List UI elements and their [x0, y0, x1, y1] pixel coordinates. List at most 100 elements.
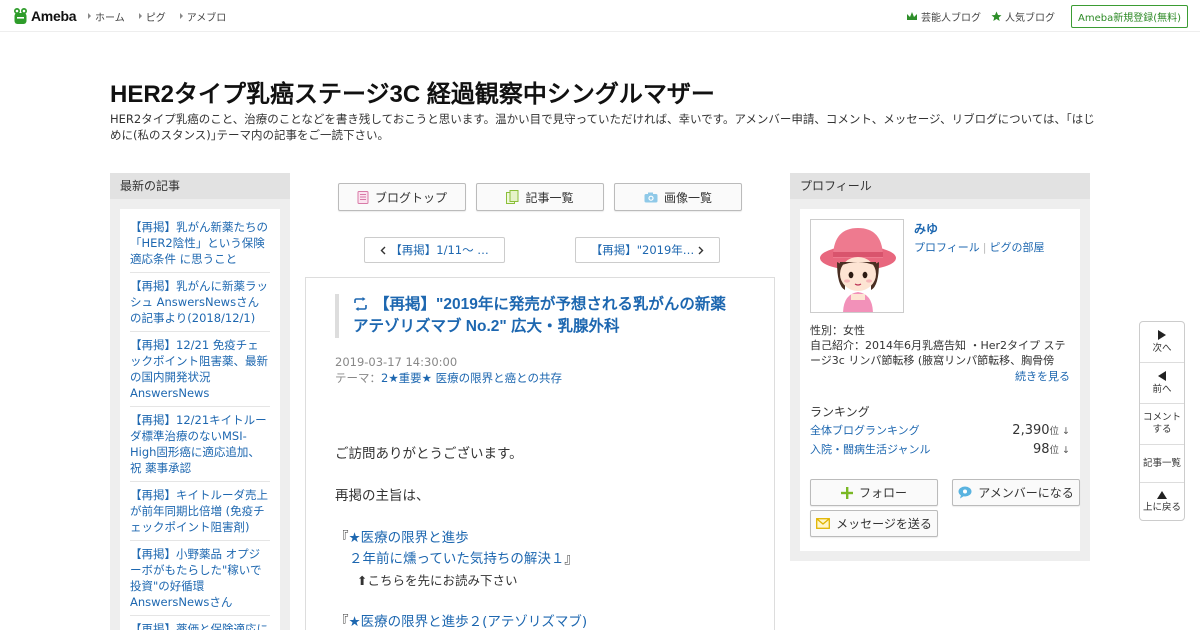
- side-comment-button[interactable]: コメント する: [1140, 404, 1184, 444]
- follow-button[interactable]: フォロー: [810, 479, 938, 506]
- blog-description: HER2タイプ乳癌のこと、治療のことなどを書き残しておこうと思います。温かい目で…: [110, 112, 1095, 142]
- ranking-row: 入院・闘病生活ジャンル 98位 ↓: [810, 441, 1070, 459]
- recent-article-link[interactable]: 【再掲】乳がんに新薬ラッシュ AnswersNewsさんの記事より(2018/1…: [130, 279, 268, 325]
- camera-icon: [644, 192, 658, 202]
- chevron-right-icon: [698, 246, 704, 254]
- reblog-source-link-1[interactable]: ★医療の限界と進歩: [349, 530, 469, 546]
- chevron-left-icon: [380, 246, 386, 254]
- blog-title[interactable]: HER2タイプ乳癌ステージ3C 経過観察中シングルマザー: [110, 74, 715, 109]
- ranking-row: 全体ブログランキング 2,390位 ↓: [810, 422, 1070, 440]
- next-article-button[interactable]: 【再掲】"2019年…: [575, 237, 720, 263]
- greeting-text: ご訪問ありがとうございます。: [335, 446, 523, 462]
- ranking-unit: 位 ↓: [1049, 426, 1070, 437]
- ranking-value: 98: [1032, 442, 1050, 457]
- recent-articles-heading: 最新の記事: [110, 173, 290, 199]
- blog-top-button[interactable]: ブログトップ: [338, 183, 466, 211]
- read-first-note: ⬆こちらを先にお読み下さい: [357, 573, 518, 588]
- theme-label: テーマ：: [335, 371, 381, 385]
- list-item: 【再掲】小野薬品 オプジーボがもたらした"稼いで投資"の好循環 AnswersN…: [130, 546, 270, 616]
- envelope-icon: [816, 518, 831, 529]
- global-nav: ホーム ピグ アメブロ: [88, 0, 226, 32]
- pigg-room-link[interactable]: ピグの部屋: [990, 241, 1045, 254]
- ranking-genre-link[interactable]: 入院・闘病生活ジャンル: [810, 441, 930, 457]
- profile-info: 性別：女性 自己紹介：2014年6月乳癌告知 ・Her2タイプ ステージ3c リ…: [810, 323, 1072, 368]
- read-more-link[interactable]: 続きを見る: [1015, 368, 1070, 384]
- profile-heading: プロフィール: [790, 173, 1090, 199]
- list-item: 【再掲】12/21キイトルーダ標準治療のないMSI-High固形癌に適応追加、祝…: [130, 412, 270, 482]
- arrow-up-icon: [1157, 490, 1167, 499]
- recent-article-link[interactable]: 【再掲】12/21 免疫チェックポイント阻害薬、最新の国内開発状況 Answer…: [130, 338, 268, 400]
- quote-close: 』: [564, 551, 578, 567]
- send-message-button[interactable]: メッセージを送る: [810, 510, 938, 537]
- article-theme-link[interactable]: 2★重要★ 医療の限界と癌との共存: [381, 371, 562, 385]
- side-article-list-button[interactable]: 記事一覧: [1140, 445, 1184, 482]
- side-prev-button[interactable]: 前へ: [1140, 363, 1184, 403]
- amember-button[interactable]: アメンバーになる: [952, 479, 1080, 506]
- list-item: 【再掲】乳がん新薬たちの「HER2陰性」という保険適応条件 に思うこと: [130, 219, 270, 273]
- reblog-source-link-1b[interactable]: ２年前に燻っていた気持ちの解決１: [349, 551, 564, 567]
- recent-article-link[interactable]: 【再掲】12/21キイトルーダ標準治療のないMSI-High固形癌に適応追加、祝…: [130, 413, 267, 475]
- profile-panel: プロフィール みゆ プロフィール | ピグの部屋 性別：女性 自己紹介：2014…: [790, 173, 1090, 561]
- recent-articles-list: 【再掲】乳がん新薬たちの「HER2陰性」という保険適応条件 に思うこと 【再掲】…: [120, 209, 280, 630]
- celebrity-blog-link[interactable]: 芸能人ブログ: [906, 9, 981, 24]
- quote-open-2: 『: [335, 614, 349, 630]
- ranking-overall-link[interactable]: 全体ブログランキング: [810, 422, 920, 438]
- recent-articles-panel: 最新の記事 【再掲】乳がん新薬たちの「HER2陰性」という保険適応条件 に思うこ…: [110, 173, 290, 630]
- profile-gender: 性別：女性: [810, 324, 865, 337]
- ameba-logo[interactable]: Ameba: [13, 6, 76, 26]
- profile-name[interactable]: みゆ: [914, 220, 938, 237]
- profile-intro: 自己紹介：2014年6月乳癌告知 ・Her2タイプ ステージ3c リンパ節転移 …: [810, 339, 1066, 367]
- document-icon: [357, 190, 369, 204]
- nav-pigg[interactable]: ピグ: [138, 9, 166, 24]
- speech-bubble-icon: [958, 486, 972, 499]
- recent-article-link[interactable]: 【再掲】薬価と保険適応について: [130, 622, 268, 630]
- profile-links: プロフィール | ピグの部屋: [914, 239, 1045, 255]
- avatar[interactable]: [810, 219, 904, 313]
- article-body: ご訪問ありがとうございます。 再掲の主旨は、 『★医療の限界と進歩 ２年前に燻っ…: [335, 444, 755, 630]
- avatar-image: [820, 228, 896, 312]
- recent-article-link[interactable]: 【再掲】キイトルーダ売上が前年同期比倍増 (免疫チェックポイント阻害剤): [130, 488, 268, 534]
- ranking-heading: ランキング: [810, 405, 870, 419]
- popular-blog-link[interactable]: 人気ブログ: [991, 9, 1055, 24]
- quote-open: 『: [335, 530, 349, 546]
- play-left-icon: [1158, 370, 1166, 381]
- global-header-right: 芸能人ブログ 人気ブログ Ameba新規登録(無料): [896, 0, 1188, 32]
- plus-icon: [840, 486, 853, 499]
- list-item: 【再掲】薬価と保険適応について: [130, 621, 270, 630]
- copy-icon: [506, 190, 519, 204]
- register-button[interactable]: Ameba新規登録(無料): [1070, 4, 1188, 28]
- arrow-right-icon: [88, 13, 91, 19]
- ranking-value: 2,390: [1012, 423, 1050, 438]
- article: 【再掲】"2019年に発売が予想される乳がんの新薬 アテゾリズマブ No.2" …: [305, 277, 775, 630]
- reblog-icon: [354, 297, 367, 311]
- list-item: 【再掲】乳がんに新薬ラッシュ AnswersNewsさんの記事より(2018/1…: [130, 278, 270, 332]
- floating-side-nav: 次へ 前へ コメント する 記事一覧 上に戻る: [1139, 321, 1185, 521]
- article-title[interactable]: 【再掲】"2019年に発売が予想される乳がんの新薬 アテゾリズマブ No.2" …: [335, 294, 745, 338]
- article-meta: 2019-03-17 14:30:00 テーマ：2★重要★ 医療の限界と癌との共…: [335, 354, 562, 386]
- list-item: 【再掲】キイトルーダ売上が前年同期比倍増 (免疫チェックポイント阻害剤): [130, 487, 270, 541]
- recent-article-link[interactable]: 【再掲】乳がん新薬たちの「HER2陰性」という保険適応条件 に思うこと: [130, 220, 268, 266]
- side-next-button[interactable]: 次へ: [1140, 322, 1184, 362]
- ranking-unit: 位 ↓: [1049, 445, 1070, 456]
- nav-home[interactable]: ホーム: [88, 9, 125, 24]
- image-list-button[interactable]: 画像一覧: [614, 183, 742, 211]
- separator: |: [982, 241, 987, 254]
- profile-box: みゆ プロフィール | ピグの部屋 性別：女性 自己紹介：2014年6月乳癌告知 ・…: [800, 209, 1080, 551]
- arrow-right-icon: [179, 13, 183, 19]
- ameba-frog-icon: [14, 8, 27, 24]
- prev-article-button[interactable]: 【再掲】1/11～ …: [364, 237, 505, 263]
- profile-link[interactable]: プロフィール: [914, 241, 980, 254]
- nav-ameblo[interactable]: アメブロ: [179, 9, 226, 24]
- list-item: 【再掲】12/21 免疫チェックポイント阻害薬、最新の国内開発状況 Answer…: [130, 337, 270, 407]
- star-icon: [991, 11, 1002, 21]
- play-right-icon: [1158, 329, 1166, 340]
- global-header: Ameba ホーム ピグ アメブロ 芸能人ブログ 人気ブログ Ameba新規登録…: [0, 0, 1200, 32]
- reblog-source-link-2[interactable]: ★医療の限界と進歩２(アテゾリズマブ): [349, 614, 588, 630]
- article-list-button[interactable]: 記事一覧: [476, 183, 604, 211]
- purpose-text: 再掲の主旨は、: [335, 488, 430, 504]
- side-back-to-top-button[interactable]: 上に戻る: [1140, 483, 1184, 520]
- arrow-right-icon: [138, 13, 142, 19]
- recent-article-link[interactable]: 【再掲】小野薬品 オプジーボがもたらした"稼いで投資"の好循環 AnswersN…: [130, 547, 261, 609]
- article-date: 2019-03-17 14:30:00: [335, 355, 458, 369]
- crown-icon: [906, 12, 917, 20]
